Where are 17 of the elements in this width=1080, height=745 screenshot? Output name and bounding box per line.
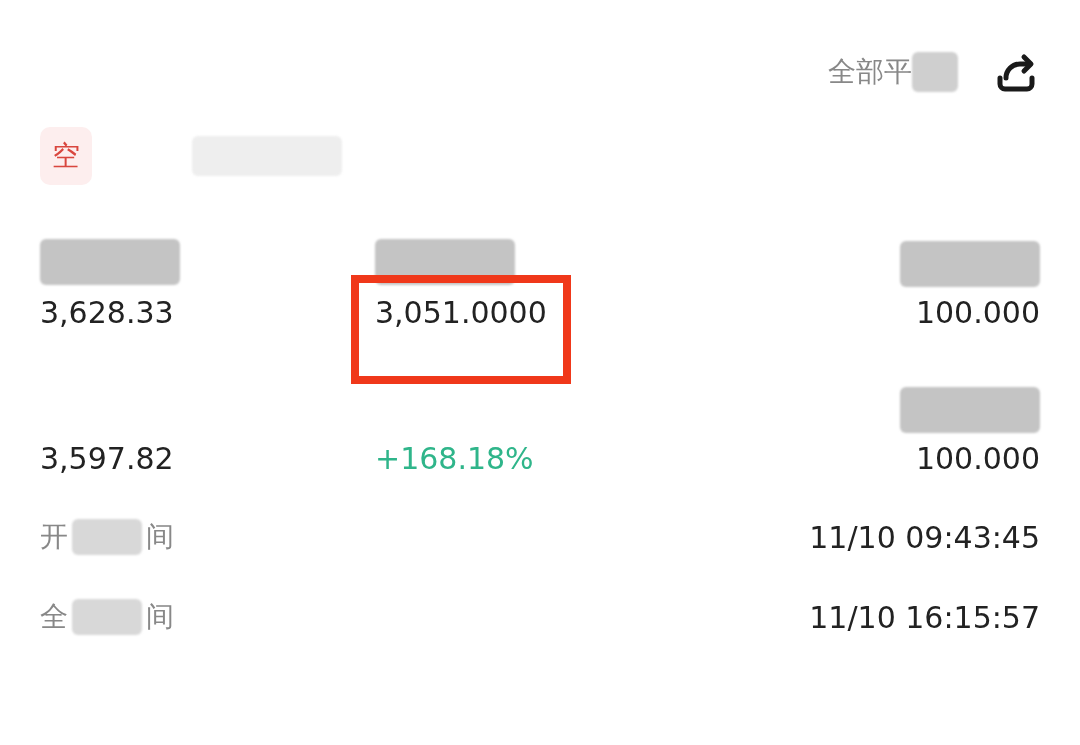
side-tag: 空 [40, 127, 92, 185]
time-label: 全 [40, 599, 68, 635]
time-label: 间 [146, 599, 174, 635]
stat-value: 3,628.33 [40, 294, 174, 330]
time-value: 11/10 09:43:45 [809, 519, 1040, 555]
redaction-patch [912, 52, 958, 92]
redaction-patch [72, 599, 142, 635]
close-all-label[interactable]: 全部平 [828, 53, 912, 91]
stat-value: 100.000 [915, 440, 1040, 476]
stat-value: 3,597.82 [40, 440, 174, 476]
redaction-patch [72, 519, 142, 555]
time-value: 11/10 16:15:57 [809, 599, 1040, 635]
time-label: 开 [40, 519, 68, 555]
stat-value: 100.000 [915, 294, 1040, 330]
time-label: 间 [146, 519, 174, 555]
stat-value: +168.18% [375, 440, 534, 476]
stat-value: 3,051.0000 [351, 274, 571, 384]
